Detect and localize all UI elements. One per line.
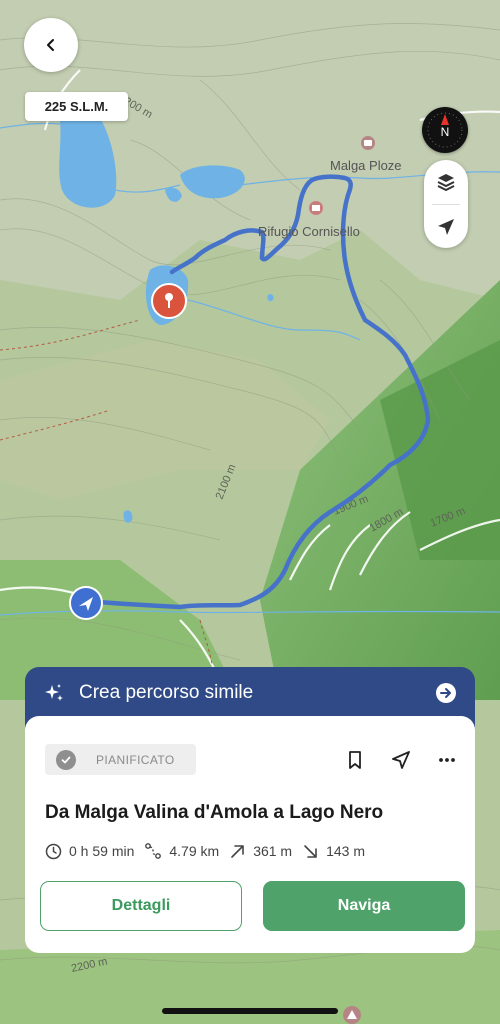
location-arrow-icon — [438, 219, 454, 235]
route-bottom-sheet: Crea percorso simile PIANIFICATO Da Malg… — [25, 667, 475, 953]
layers-button[interactable] — [424, 160, 468, 204]
user-location-icon — [69, 586, 103, 620]
more-options-button[interactable] — [435, 748, 459, 772]
route-title: Da Malga Valina d'Amola a Lago Nero — [45, 802, 384, 823]
bookmark-icon — [349, 751, 361, 769]
poi-label[interactable]: Malga Ploze — [330, 158, 402, 173]
locate-me-button[interactable] — [424, 205, 468, 248]
navigate-button[interactable]: Naviga — [263, 881, 465, 931]
details-button[interactable]: Dettagli — [40, 881, 242, 931]
arrow-down-right-icon — [304, 844, 317, 858]
clock-icon — [45, 843, 62, 859]
altitude-badge: 225 S.L.M. — [25, 92, 128, 121]
ascent-stat: 361 m — [229, 843, 292, 860]
back-button[interactable] — [24, 18, 78, 72]
poi-bottom-icon — [343, 1006, 361, 1024]
status-label: PIANIFICATO — [96, 752, 175, 767]
chevron-left-icon — [47, 39, 54, 51]
home-indicator — [162, 1008, 338, 1014]
distance-icon — [145, 843, 162, 859]
check-icon — [56, 749, 76, 770]
svg-text:N: N — [441, 125, 450, 139]
rifugio-icon — [309, 201, 323, 215]
create-similar-route-button[interactable]: Crea percorso simile — [43, 680, 457, 706]
distance-value: 4.79 km — [169, 843, 220, 859]
bookmark-button[interactable] — [343, 748, 367, 772]
status-badge: PIANIFICATO — [45, 744, 196, 775]
layers-icon — [437, 174, 455, 191]
duration-value: 0 h 59 min — [69, 843, 135, 859]
map-controls — [424, 160, 468, 248]
arrow-right-circle-icon — [436, 683, 456, 703]
poi-label[interactable]: Rifugio Cornisello — [258, 224, 360, 239]
sparkles-icon — [45, 684, 63, 701]
descent-stat: 143 m — [302, 843, 365, 860]
share-button[interactable] — [389, 748, 413, 772]
compass-button[interactable]: N — [422, 107, 468, 153]
distance-stat: 4.79 km — [144, 842, 219, 860]
send-icon — [392, 751, 410, 769]
compass-icon: N — [427, 112, 463, 148]
route-stats: 0 h 59 min 4.79 km 361 m 143 m — [45, 842, 375, 860]
camera-icon — [361, 136, 375, 150]
arrow-up-right-icon — [231, 844, 244, 858]
destination-marker-icon — [151, 283, 187, 319]
similar-route-label: Crea percorso simile — [79, 682, 254, 703]
duration-stat: 0 h 59 min — [45, 843, 134, 860]
ascent-value: 361 m — [253, 843, 293, 859]
more-horizontal-icon — [439, 758, 455, 762]
descent-value: 143 m — [326, 843, 366, 859]
route-card: PIANIFICATO Da Malga Valina d'Amola a La… — [25, 716, 475, 953]
